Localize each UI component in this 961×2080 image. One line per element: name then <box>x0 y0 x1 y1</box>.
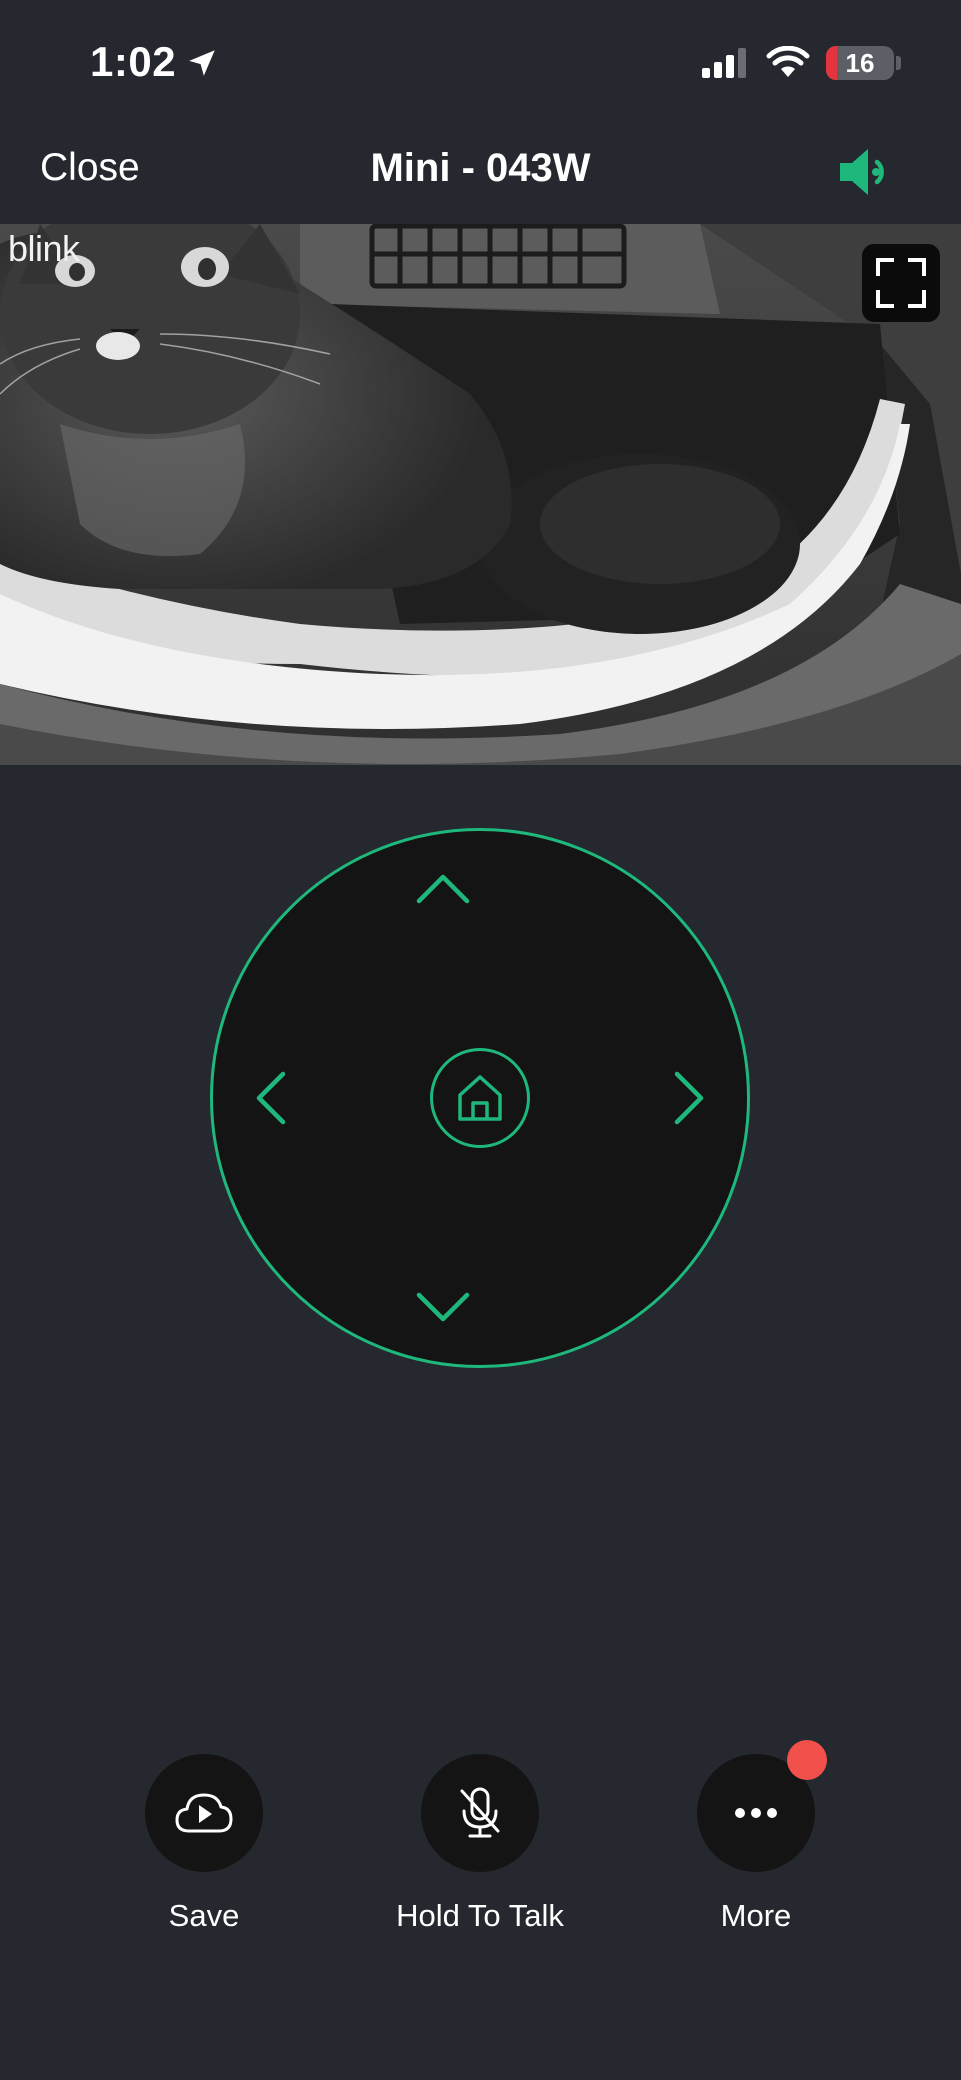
status-time: 1:02 <box>90 38 177 85</box>
more-button[interactable] <box>697 1740 827 1872</box>
camera-title: Mini - 043W <box>370 146 591 190</box>
blink-watermark: blink <box>8 228 80 269</box>
location-arrow-icon <box>185 46 219 80</box>
battery-level: 16 <box>845 48 875 78</box>
microphone-muted-icon <box>460 1787 500 1838</box>
cat-in-carrier-image <box>0 224 961 765</box>
fullscreen-icon <box>876 258 926 308</box>
chevron-right-icon <box>674 1071 704 1125</box>
pan-up-button[interactable] <box>403 851 483 931</box>
camera-video-feed[interactable]: blink <box>0 224 961 765</box>
live-view-screen: 1:02 16 Close Mini - 043W blink Save Hol… <box>0 0 961 2080</box>
save-label: Save <box>168 1898 240 1933</box>
cloud-play-icon <box>175 1793 233 1833</box>
home-position-button[interactable] <box>430 1048 530 1148</box>
chevron-up-icon <box>416 874 470 904</box>
pan-down-button[interactable] <box>403 1265 483 1345</box>
save-action: Save <box>104 1754 304 1934</box>
wifi-icon <box>766 45 810 83</box>
close-button[interactable]: Close <box>40 146 140 190</box>
ellipsis-icon <box>735 1808 777 1818</box>
hold-to-talk-button[interactable] <box>421 1754 539 1872</box>
chevron-left-icon <box>256 1071 286 1125</box>
chevron-down-icon <box>416 1292 470 1322</box>
battery-icon: 16 <box>826 46 894 80</box>
pan-left-button[interactable] <box>233 1058 313 1138</box>
cellular-signal-icon <box>700 48 750 83</box>
more-action: More <box>656 1740 856 1934</box>
speaker-volume-button[interactable] <box>836 144 898 200</box>
hold-to-talk-label: Hold To Talk <box>396 1898 564 1933</box>
speaker-volume-icon <box>840 149 884 195</box>
more-label: More <box>720 1898 792 1933</box>
pan-tilt-joystick[interactable] <box>210 828 750 1368</box>
hold-to-talk-action: Hold To Talk <box>380 1754 580 1934</box>
fullscreen-button[interactable] <box>862 244 940 322</box>
save-button[interactable] <box>145 1754 263 1872</box>
battery-tip <box>896 56 901 70</box>
notification-badge <box>787 1740 827 1780</box>
pan-right-button[interactable] <box>647 1058 727 1138</box>
home-icon <box>458 1075 502 1121</box>
